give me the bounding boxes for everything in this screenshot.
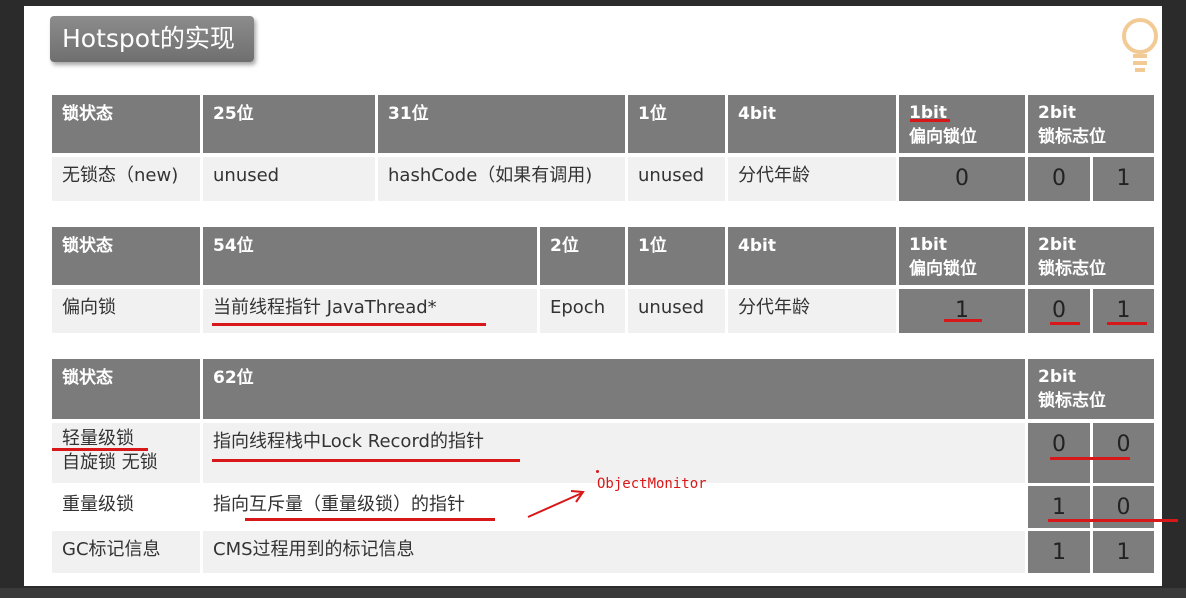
t3-row3-state: GC标记信息 (52, 531, 200, 573)
t1-header-1: 1位 (628, 95, 725, 153)
t2-header-54: 54位 (203, 227, 537, 285)
underline-mutex (245, 518, 495, 521)
t2-header-1: 1位 (628, 227, 725, 285)
t3-row2-desc: 指向互斥量（重量级锁）的指针 (203, 486, 1025, 528)
underline-lightweight (52, 448, 148, 451)
arrow-annotation-icon (527, 490, 585, 518)
t2-row-age: 分代年龄 (728, 289, 896, 333)
red-dot (596, 470, 599, 473)
lightbulb-logo-icon (1122, 18, 1158, 72)
t3-row1-b2: 0 (1093, 423, 1154, 483)
t3-row2-state: 重量级锁 (52, 486, 200, 528)
t2-header-flag-label: 锁标志位 (1038, 259, 1106, 279)
underline-biased-1 (944, 319, 982, 322)
t1-row-hashcode: hashCode（如果有调用) (378, 157, 625, 201)
t2-header-4bit: 4bit (728, 227, 896, 285)
underline-lock-record (212, 459, 520, 462)
t3-header-state: 锁状态 (52, 359, 200, 419)
t1-header-4bit: 4bit (728, 95, 896, 153)
bottom-strip (0, 588, 1186, 598)
t3-row1-state: 轻量级锁 自旋锁 无锁 (52, 423, 200, 483)
t2-header-biased-label: 偏向锁位 (909, 259, 977, 279)
t3-row1-b1: 0 (1028, 423, 1090, 483)
t1-header-25: 25位 (203, 95, 375, 153)
t1-bit-biased: 0 (899, 157, 1025, 201)
t1-row-state: 无锁态（new) (52, 157, 200, 201)
t3-row3-b2: 1 (1093, 531, 1154, 573)
t1-header-1bit: 1bit 偏向锁位 (899, 95, 1025, 153)
t1-row-age: 分代年龄 (728, 157, 896, 201)
underline-flags-10 (1048, 519, 1178, 522)
slide-title: Hotspot的实现 (50, 16, 254, 62)
object-monitor-annotation: ObjectMonitor (597, 476, 707, 492)
t3-row1-state-sub: 自旋锁 无锁 (62, 452, 158, 473)
t1-row-unused2: unused (628, 157, 725, 201)
t1-header-2bit: 2bit 锁标志位 (1028, 95, 1154, 153)
t2-header-2bit-label: 2bit (1038, 235, 1076, 255)
underline-1bit (910, 119, 950, 122)
t2-header-1bit: 1bit 偏向锁位 (899, 227, 1025, 285)
t1-bit-flag2: 1 (1093, 157, 1154, 201)
t3-row1-desc: 指向线程栈中Lock Record的指针 (203, 423, 1025, 483)
t2-bit-biased: 1 (899, 289, 1025, 333)
t3-header-62: 62位 (203, 359, 1025, 419)
t3-header-2bit: 2bit 锁标志位 (1028, 359, 1154, 419)
t2-header-2: 2位 (540, 227, 625, 285)
t3-header-flag-label: 锁标志位 (1038, 391, 1106, 411)
t3-row3-b1: 1 (1028, 531, 1090, 573)
t1-row-unused: unused (203, 157, 375, 201)
t2-row-unused: unused (628, 289, 725, 333)
t1-header-biased-label: 偏向锁位 (909, 127, 977, 147)
t3-header-2bit-label: 2bit (1038, 367, 1076, 387)
t2-header-state: 锁状态 (52, 227, 200, 285)
t1-bit-flag1: 0 (1028, 157, 1090, 201)
underline-thread-pointer (212, 323, 486, 326)
underline-flag-1 (1107, 322, 1147, 325)
t2-bit-flag2: 1 (1093, 289, 1154, 333)
t1-header-2bit-label: 2bit (1038, 103, 1076, 123)
t2-row-thread-pointer: 当前线程指针 JavaThread* (203, 289, 537, 333)
t2-row-epoch: Epoch (540, 289, 625, 333)
underline-flags-00 (1050, 457, 1130, 460)
t3-row3-desc: CMS过程用到的标记信息 (203, 531, 1025, 573)
t2-header-2bit: 2bit 锁标志位 (1028, 227, 1154, 285)
t1-header-31: 31位 (378, 95, 625, 153)
t2-bit-flag1: 0 (1028, 289, 1090, 333)
t1-header-state: 锁状态 (52, 95, 200, 153)
t2-header-1bit-label: 1bit (909, 235, 947, 255)
t1-header-flag-label: 锁标志位 (1038, 127, 1106, 147)
t2-row-state: 偏向锁 (52, 289, 200, 333)
underline-flag-0 (1050, 322, 1080, 325)
